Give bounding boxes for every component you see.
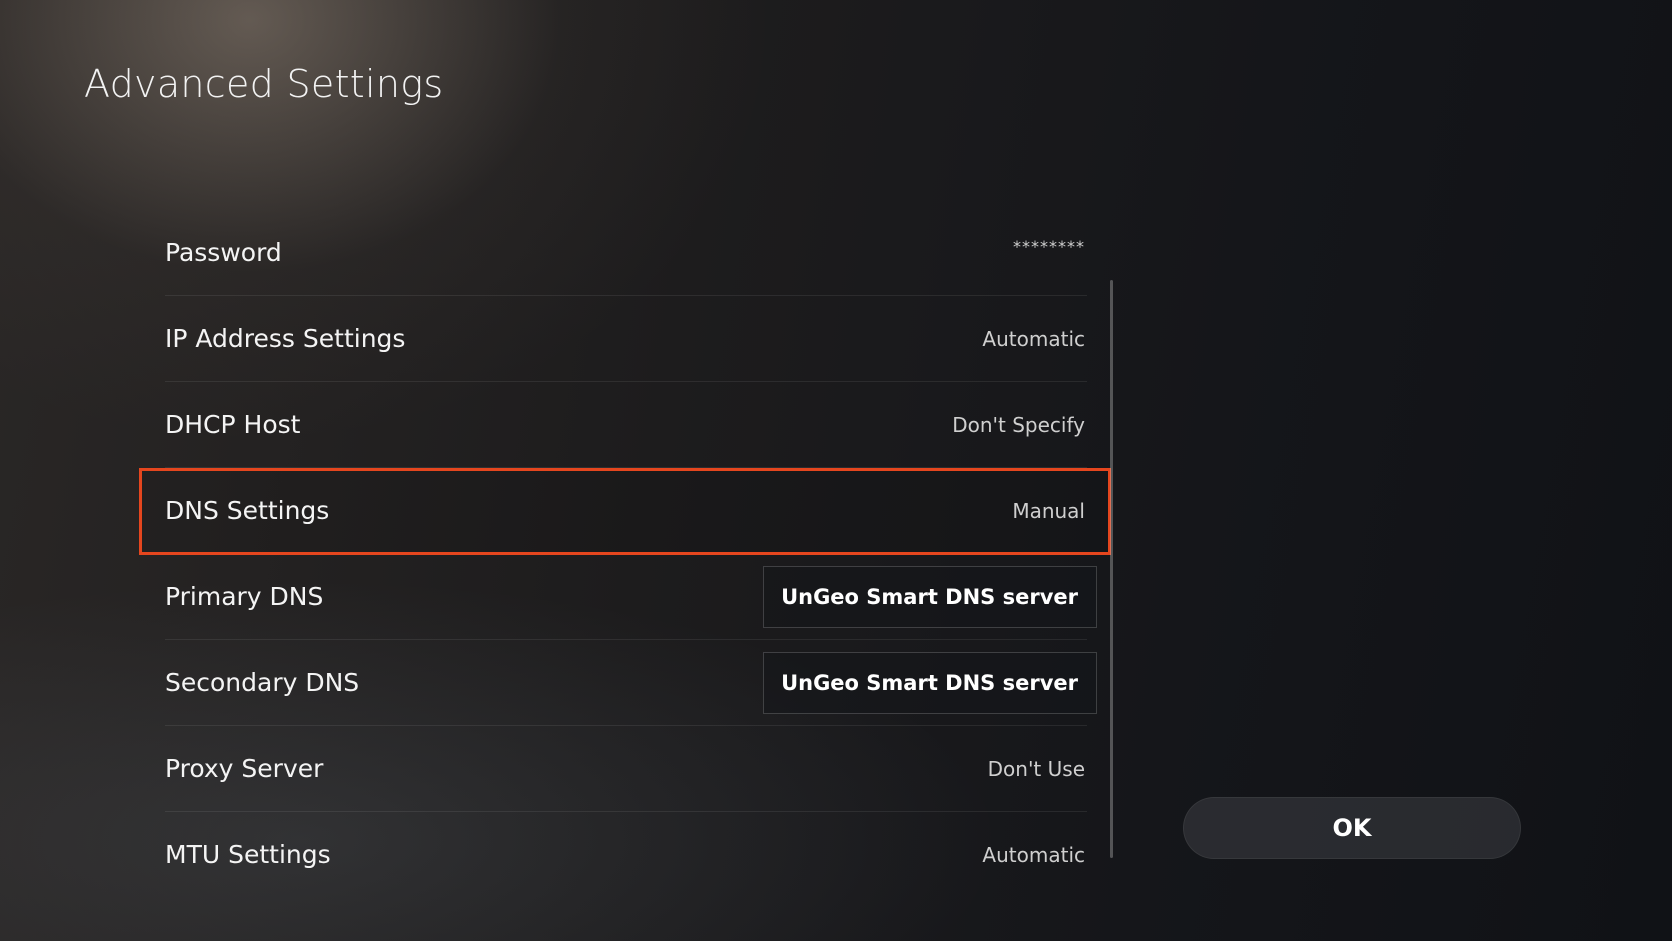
primary-dns-field[interactable]: UnGeo Smart DNS server xyxy=(763,565,1097,628)
page-title: Advanced Settings xyxy=(84,62,444,106)
setting-label: IP Address Settings xyxy=(165,324,406,353)
setting-row-primary-dns[interactable]: Primary DNS UnGeo Smart DNS server xyxy=(165,554,1097,640)
settings-list: Password ******** IP Address Settings Au… xyxy=(139,210,1111,897)
secondary-dns-field[interactable]: UnGeo Smart DNS server xyxy=(763,651,1097,714)
setting-row-proxy-server[interactable]: Proxy Server Don't Use xyxy=(165,726,1087,812)
setting-row-secondary-dns[interactable]: Secondary DNS UnGeo Smart DNS server xyxy=(165,640,1097,726)
setting-label: Secondary DNS xyxy=(165,668,360,697)
setting-value: Manual xyxy=(1012,498,1085,523)
setting-row-mtu[interactable]: MTU Settings Automatic xyxy=(165,812,1087,897)
setting-label: DNS Settings xyxy=(165,496,330,525)
setting-row-dhcp-host[interactable]: DHCP Host Don't Specify xyxy=(165,382,1087,468)
setting-label: Password xyxy=(165,238,282,267)
setting-value: Don't Use xyxy=(987,756,1085,781)
setting-value: Automatic xyxy=(982,842,1085,867)
setting-label: Proxy Server xyxy=(165,754,324,783)
setting-value: ******** xyxy=(1013,237,1085,256)
setting-row-dns-settings[interactable]: DNS Settings Manual xyxy=(139,468,1111,555)
setting-label: DHCP Host xyxy=(165,410,301,439)
setting-row-password[interactable]: Password ******** xyxy=(165,210,1087,296)
setting-value: Automatic xyxy=(982,326,1085,351)
scrollbar[interactable] xyxy=(1110,280,1113,858)
setting-row-ip-address[interactable]: IP Address Settings Automatic xyxy=(165,296,1087,382)
setting-label: MTU Settings xyxy=(165,840,331,869)
setting-value: Don't Specify xyxy=(952,412,1085,437)
ok-button[interactable]: OK xyxy=(1183,797,1521,859)
setting-label: Primary DNS xyxy=(165,582,324,611)
